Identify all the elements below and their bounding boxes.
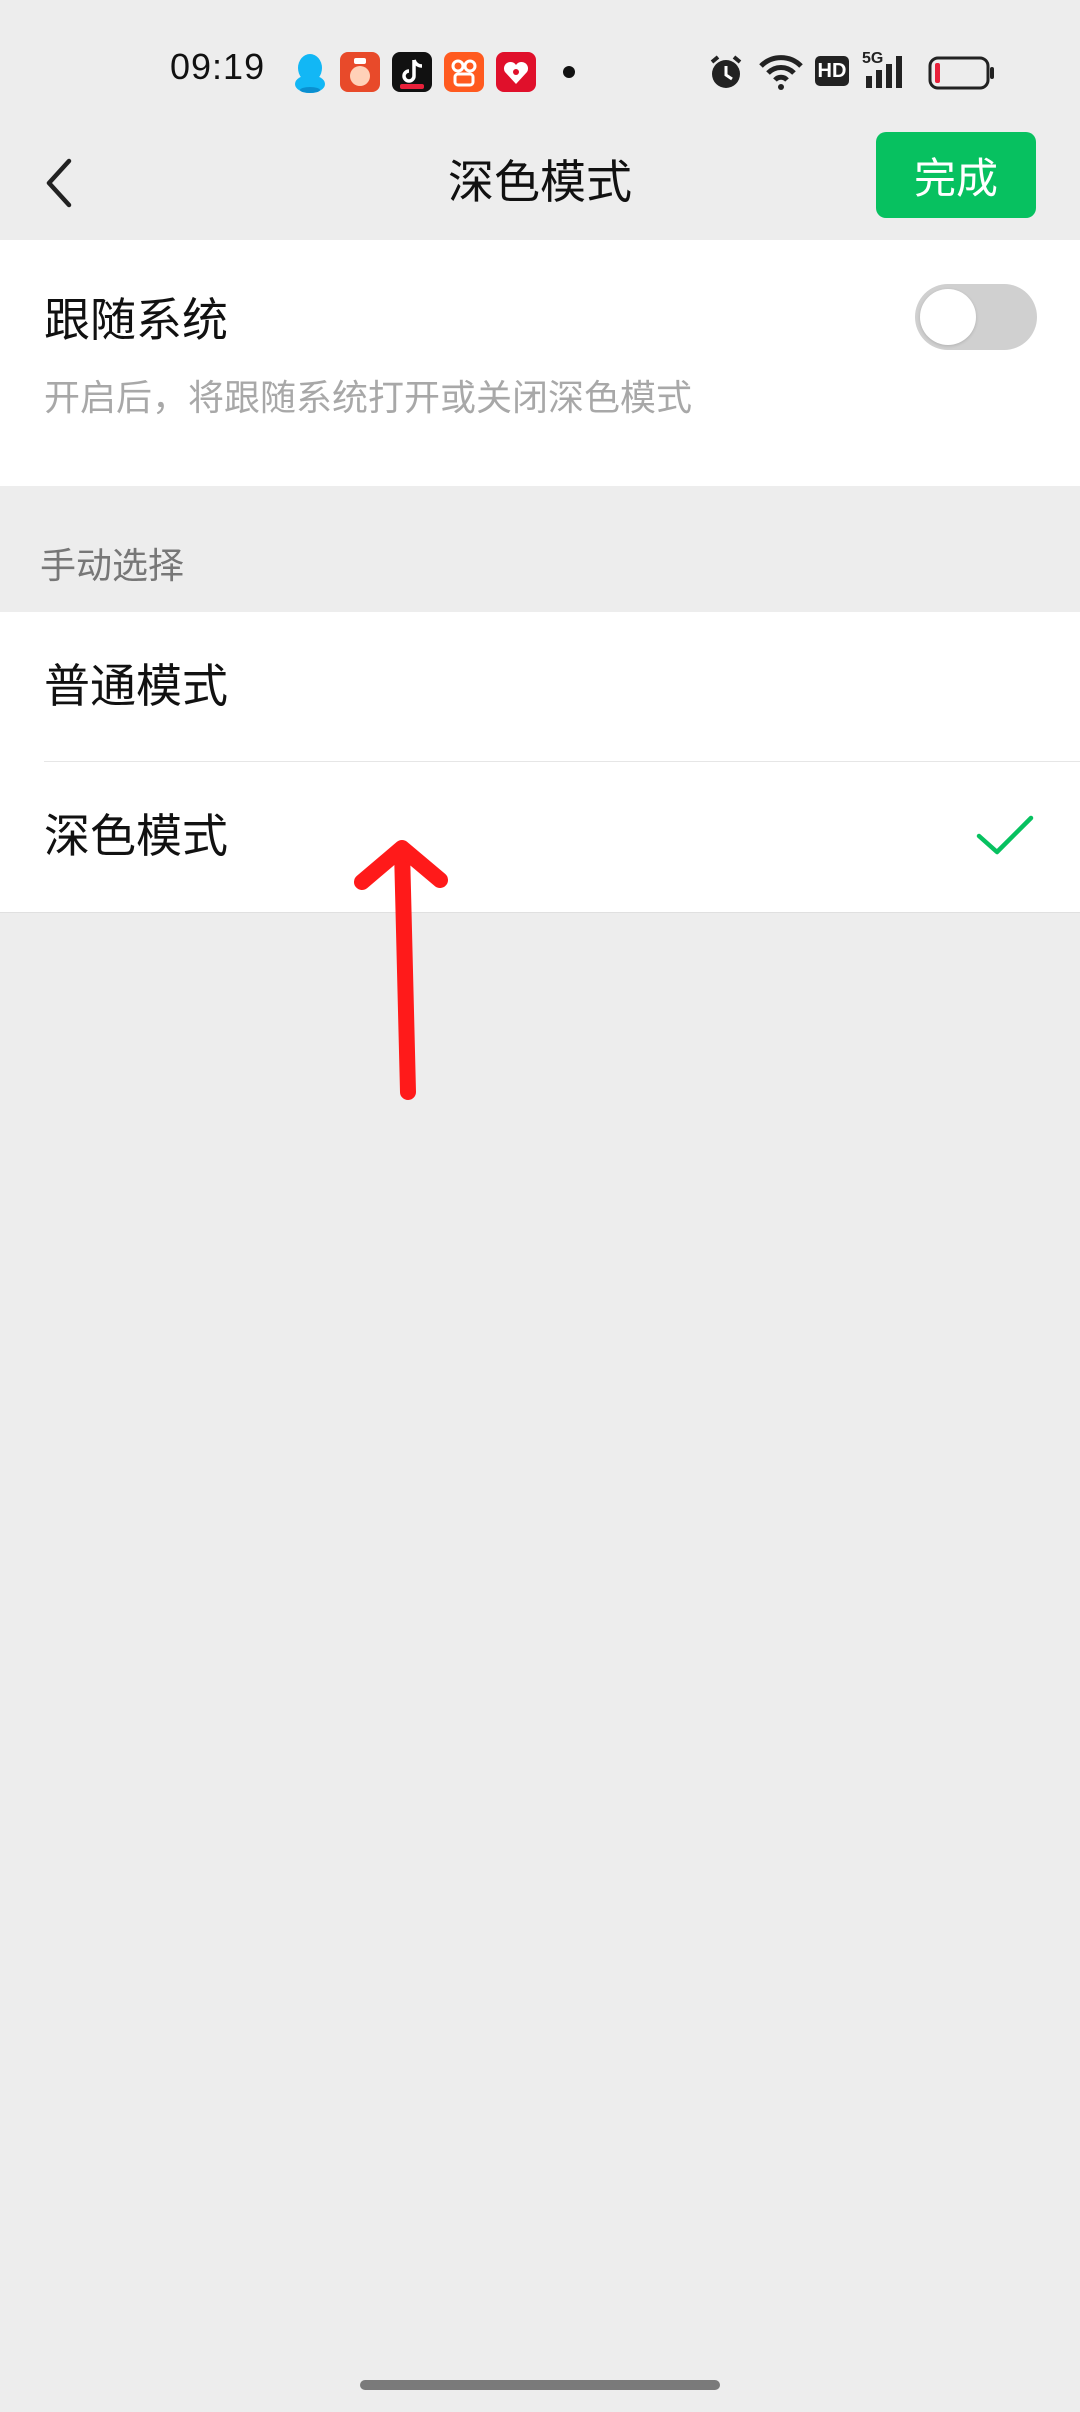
battery-icon — [928, 56, 996, 94]
app-red-icon — [340, 52, 380, 92]
option-dark-mode[interactable]: 深色模式 — [0, 762, 1080, 912]
manual-select-section-label: 手动选择 — [40, 546, 185, 587]
alarm-icon — [706, 52, 746, 96]
option-label: 普通模式 — [44, 659, 228, 713]
list-bottom-border — [0, 912, 1080, 913]
kuaishou-icon — [444, 52, 484, 92]
follow-system-card: 跟随系统 开启后，将跟随系统打开或关闭深色模式 — [0, 240, 1080, 486]
done-button[interactable]: 完成 — [876, 132, 1036, 218]
option-normal-mode[interactable]: 普通模式 — [0, 612, 1080, 762]
tiktok-icon — [392, 52, 432, 92]
wifi-icon — [758, 52, 804, 96]
5g-signal-icon: 5G — [862, 50, 912, 90]
annotation-arrow-icon — [354, 840, 448, 1100]
qq-icon — [290, 52, 330, 93]
hd-icon: HD — [815, 56, 849, 86]
status-time: 09:19 — [170, 46, 266, 87]
toggle-knob — [920, 289, 976, 345]
option-label: 深色模式 — [44, 809, 228, 863]
pinduoduo-icon — [496, 52, 536, 92]
follow-system-description: 开启后，将跟随系统打开或关闭深色模式 — [44, 378, 693, 419]
status-bar: 09:19 HD 5G — [0, 0, 1080, 130]
nav-bar: 深色模式 完成 — [0, 130, 1080, 240]
home-indicator[interactable] — [360, 2380, 720, 2390]
mode-options-list: 普通模式 深色模式 — [0, 612, 1080, 912]
follow-system-title: 跟随系统 — [44, 293, 228, 347]
follow-system-toggle[interactable] — [915, 284, 1037, 350]
notification-dot-icon — [563, 66, 575, 78]
checkmark-icon — [976, 815, 1034, 855]
